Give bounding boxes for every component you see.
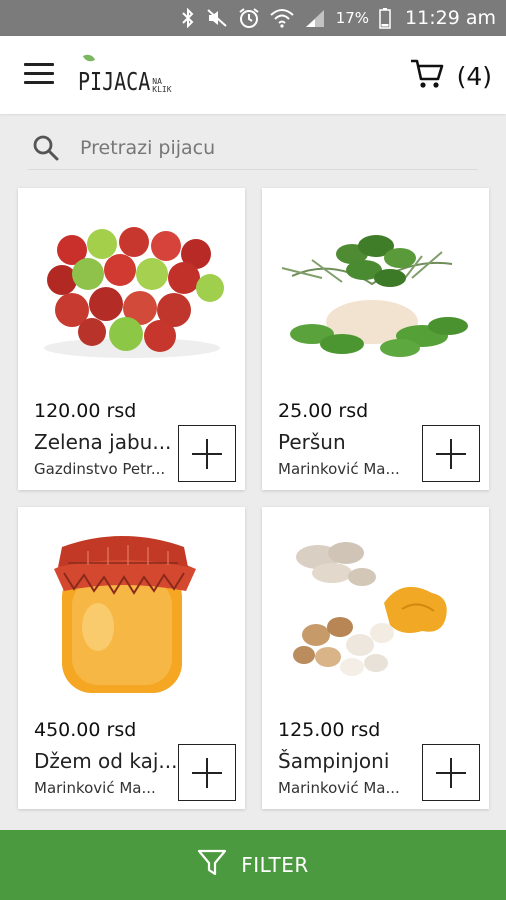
- battery-percent: 17%: [335, 9, 370, 27]
- battery-icon: [379, 7, 391, 29]
- product-card[interactable]: 125.00 rsd Šampinjoni Marinković Ma...: [262, 507, 489, 809]
- product-price: 25.00 rsd: [278, 400, 369, 422]
- product-price: 125.00 rsd: [278, 719, 381, 741]
- filter-button[interactable]: FILTER: [0, 830, 506, 900]
- search-bar: [28, 126, 478, 170]
- add-to-cart-button[interactable]: [178, 425, 236, 482]
- app-bar: PIJACA NA KLIK (4): [0, 36, 506, 114]
- clock: 11:29 am: [405, 7, 496, 29]
- wifi-icon: [270, 8, 294, 28]
- signal-icon: [304, 8, 326, 28]
- add-to-cart-button[interactable]: [178, 744, 236, 801]
- product-name: Zelena jabu...: [34, 430, 172, 454]
- product-name: Šampinjoni: [278, 749, 390, 773]
- product-image-apples[interactable]: [28, 198, 235, 378]
- product-seller: Marinković Ma...: [278, 779, 400, 797]
- cart-count: (4): [456, 61, 492, 91]
- product-price: 120.00 rsd: [34, 400, 137, 422]
- bluetooth-icon: [180, 8, 196, 28]
- product-seller: Marinković Ma...: [278, 460, 400, 478]
- product-name: Džem od kaj...: [34, 749, 178, 773]
- filter-label: FILTER: [241, 853, 309, 877]
- product-price: 450.00 rsd: [34, 719, 137, 741]
- logo-small-bottom: KLIK: [152, 85, 172, 94]
- add-to-cart-button[interactable]: [422, 744, 480, 801]
- app-logo: PIJACA NA KLIK: [78, 52, 172, 96]
- add-to-cart-button[interactable]: [422, 425, 480, 482]
- alarm-icon: [238, 7, 260, 29]
- mute-icon: [206, 8, 228, 28]
- menu-icon[interactable]: [24, 63, 54, 87]
- cart-icon[interactable]: [409, 58, 445, 94]
- status-bar: 17% 11:29 am: [0, 0, 506, 36]
- logo-small-text: NA KLIK: [152, 78, 171, 94]
- plus-icon: [192, 757, 222, 788]
- product-card[interactable]: 25.00 rsd Peršun Marinković Ma...: [262, 188, 489, 490]
- product-image-jam-jar[interactable]: [28, 517, 235, 697]
- product-name: Peršun: [278, 430, 346, 454]
- product-card[interactable]: 120.00 rsd Zelena jabu... Gazdinstvo Pet…: [18, 188, 245, 490]
- product-seller: Gazdinstvo Petr...: [34, 460, 166, 478]
- product-seller: Marinković Ma...: [34, 779, 156, 797]
- leaf-icon: [82, 52, 96, 64]
- plus-icon: [192, 438, 222, 469]
- plus-icon: [436, 438, 466, 469]
- filter-icon: [197, 848, 227, 882]
- product-image-parsley[interactable]: [272, 198, 479, 378]
- search-icon[interactable]: [32, 134, 60, 162]
- product-image-mushrooms[interactable]: [272, 517, 479, 697]
- logo-main-text: PIJACA: [78, 66, 151, 96]
- cart-button[interactable]: (4): [409, 58, 492, 94]
- plus-icon: [436, 757, 466, 788]
- search-input[interactable]: [80, 136, 440, 159]
- product-card[interactable]: 450.00 rsd Džem od kaj... Marinković Ma.…: [18, 507, 245, 809]
